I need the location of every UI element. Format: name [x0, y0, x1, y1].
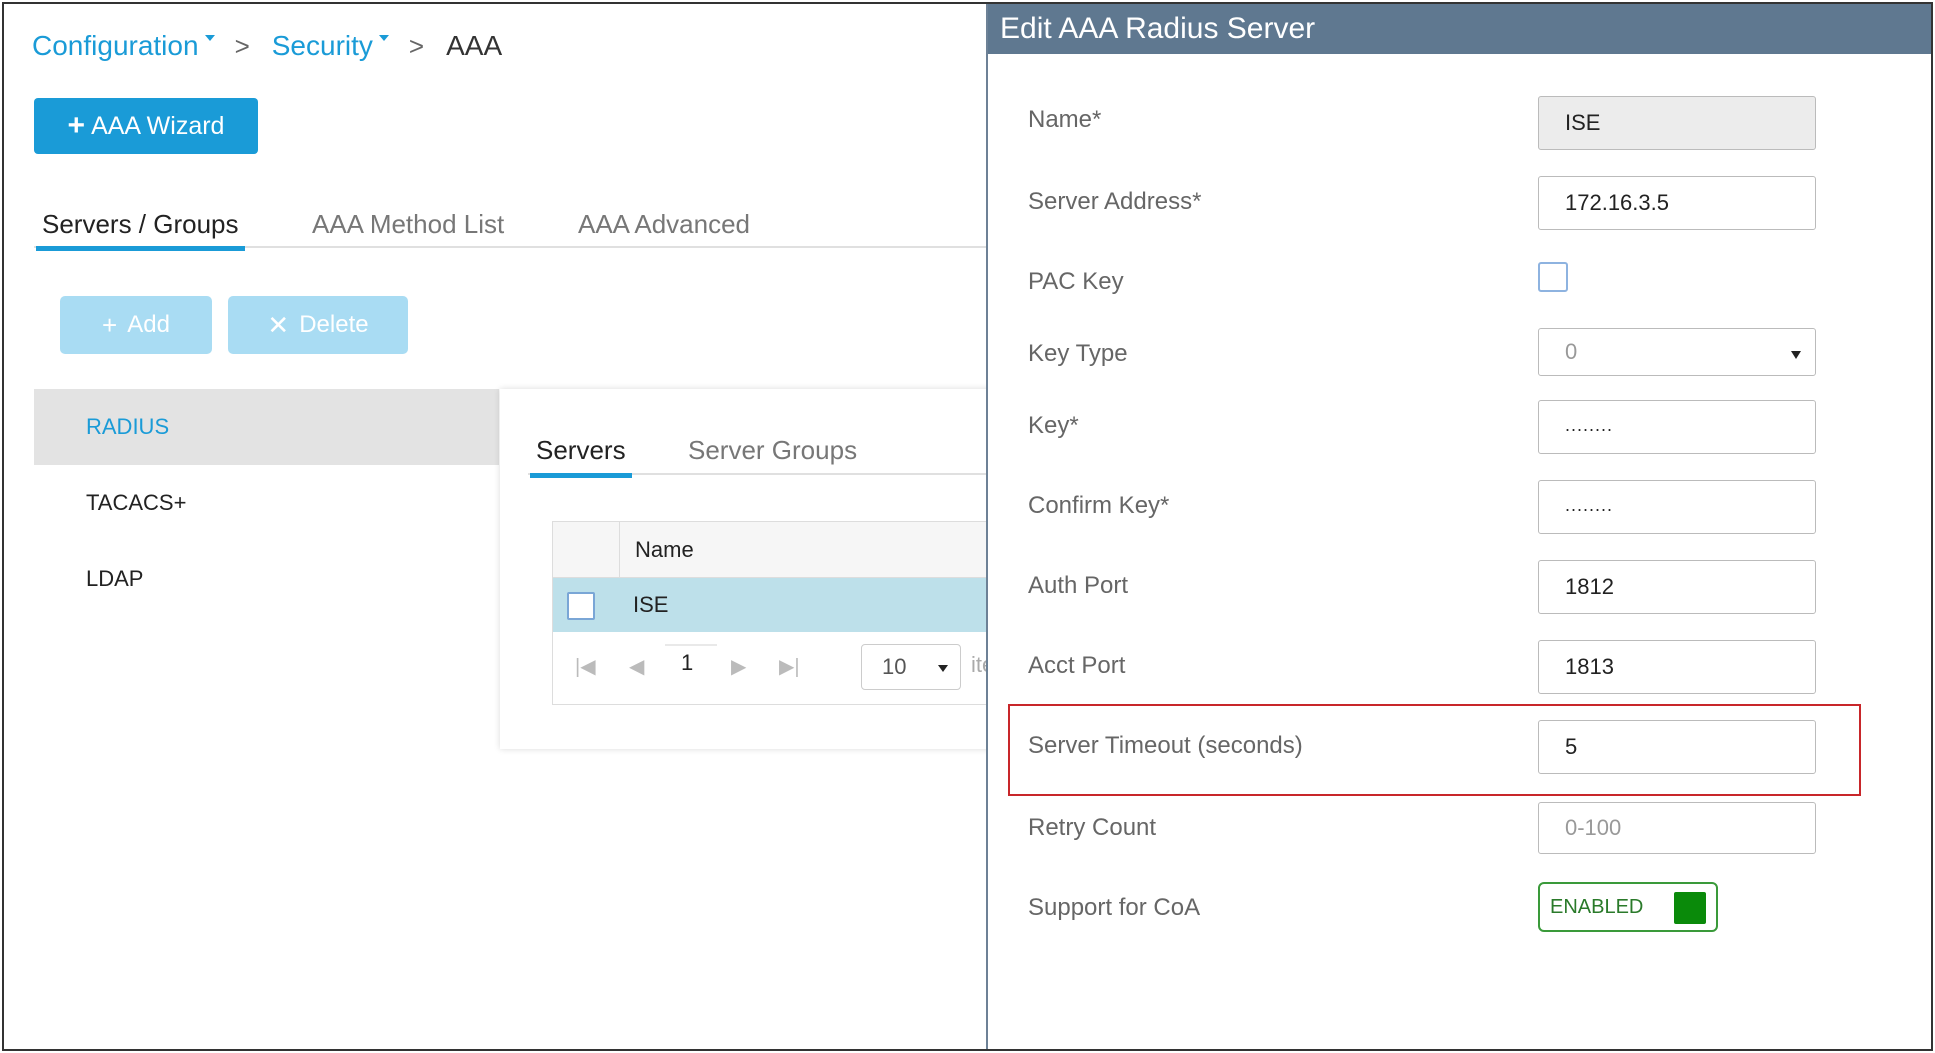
aaa-wizard-button[interactable]: + AAA Wizard [34, 98, 258, 154]
tab-servers[interactable]: Servers [530, 425, 632, 478]
pagination: |◀ ◀ 1 ▶ ▶| 10 ite [553, 632, 1011, 704]
tab-aaa-advanced[interactable]: AAA Advanced [578, 200, 750, 248]
chevron-right-icon: > [234, 30, 250, 61]
server-address-label: Server Address* [1028, 188, 1202, 215]
sidebar-item-tacacs[interactable]: TACACS+ [34, 465, 499, 541]
tab-aaa-method-list[interactable]: AAA Method List [312, 200, 504, 248]
key-type-label: Key Type [1028, 340, 1128, 367]
auth-port-field[interactable]: 1812 [1538, 560, 1816, 614]
current-page: 1 [664, 644, 718, 675]
breadcrumb-current: AAA [446, 30, 503, 61]
tab-servers-groups[interactable]: Servers / Groups [36, 200, 245, 251]
key-type-select[interactable]: 0 [1538, 328, 1816, 376]
last-page-icon[interactable]: ▶| [779, 654, 800, 679]
confirm-key-field[interactable]: ........ [1538, 480, 1816, 534]
first-page-icon[interactable]: |◀ [575, 654, 596, 679]
servers-tabs: Servers Server Groups [528, 425, 1008, 478]
page-size-select[interactable]: 10 [861, 644, 961, 690]
name-label: Name* [1028, 106, 1102, 133]
caret-down-icon [938, 665, 948, 672]
retry-count-label: Retry Count [1028, 814, 1157, 841]
column-header-name[interactable]: Name [635, 522, 694, 578]
main-tabs: Servers / Groups AAA Method List AAA Adv… [34, 200, 986, 251]
table-header: Name [553, 522, 1011, 578]
app-window: Configuration > Security > AAA + AAA Wiz… [2, 2, 1933, 1051]
edit-radius-server-panel: Edit AAA Radius Server Name* ISE Server … [986, 4, 1931, 1049]
confirm-key-label: Confirm Key* [1028, 492, 1170, 519]
main-pane: Configuration > Security > AAA + AAA Wiz… [4, 4, 1029, 1049]
servers-panel: Servers Server Groups Name ISE |◀ ◀ 1 ▶ [500, 389, 1029, 749]
chevron-right-icon: > [408, 30, 425, 61]
add-button[interactable]: + Add [60, 296, 212, 354]
pac-key-checkbox[interactable] [1538, 262, 1568, 292]
server-timeout-label: Server Timeout (seconds) [1028, 732, 1303, 759]
breadcrumb: Configuration > Security > AAA [32, 26, 502, 66]
plus-icon: + [67, 109, 86, 142]
name-field[interactable]: ISE [1538, 96, 1816, 150]
caret-down-icon [204, 35, 215, 41]
sidebar-item-radius[interactable]: RADIUS [34, 389, 499, 465]
prev-page-icon[interactable]: ◀ [629, 654, 644, 679]
key-label: Key* [1028, 412, 1079, 439]
pac-key-label: PAC Key [1028, 268, 1124, 295]
sidebar-item-ldap[interactable]: LDAP [34, 541, 499, 617]
row-checkbox[interactable] [567, 592, 595, 620]
plus-icon: + [102, 309, 118, 340]
delete-button[interactable]: ✕ Delete [228, 296, 408, 354]
support-coa-label: Support for CoA [1028, 894, 1201, 921]
panel-title: Edit AAA Radius Server [988, 4, 1931, 54]
retry-count-field[interactable]: 0-100 [1538, 802, 1816, 854]
server-timeout-field[interactable]: 5 [1538, 720, 1816, 774]
server-address-field[interactable]: 172.16.3.5 [1538, 176, 1816, 230]
breadcrumb-configuration[interactable]: Configuration [32, 30, 219, 62]
toggle-knob [1674, 892, 1706, 924]
auth-port-label: Auth Port [1028, 572, 1129, 599]
breadcrumb-security[interactable]: Security [272, 30, 393, 62]
caret-down-icon [378, 35, 389, 41]
row-name-cell: ISE [633, 592, 669, 617]
servers-table: Name ISE |◀ ◀ 1 ▶ ▶| 10 ite [552, 521, 1029, 705]
tab-server-groups[interactable]: Server Groups [688, 425, 857, 475]
close-icon: ✕ [267, 309, 290, 340]
next-page-icon[interactable]: ▶ [731, 654, 746, 679]
key-field[interactable]: ........ [1538, 400, 1816, 454]
table-row[interactable]: ISE [553, 578, 1029, 632]
caret-down-icon [1791, 351, 1801, 359]
server-type-list: RADIUS TACACS+ LDAP [34, 389, 499, 617]
acct-port-field[interactable]: 1813 [1538, 640, 1816, 694]
acct-port-label: Acct Port [1028, 652, 1126, 679]
support-coa-toggle[interactable]: ENABLED [1538, 882, 1718, 932]
